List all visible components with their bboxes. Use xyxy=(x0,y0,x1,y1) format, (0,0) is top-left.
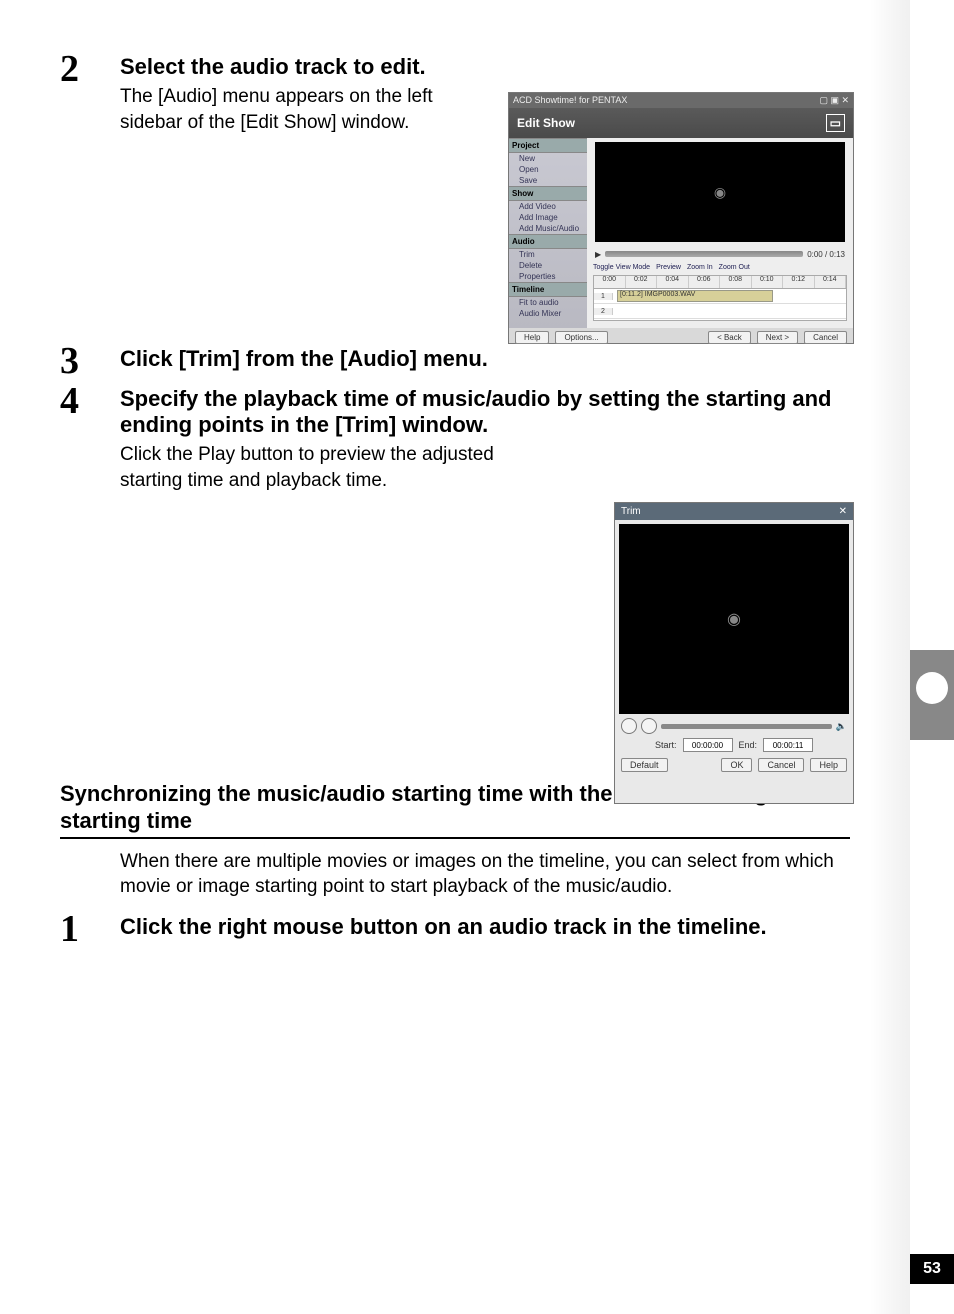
next-button[interactable]: Next > xyxy=(757,331,798,344)
preview-area: ◉ xyxy=(595,142,845,242)
sidebar: Project New Open Save Show Add Video Add… xyxy=(509,138,587,328)
step-title: Click [Trim] from the [Audio] menu. xyxy=(120,346,850,372)
timeline-row-1[interactable]: 1 [0:11.2] IMGP0003.WAV xyxy=(594,289,846,304)
sidebar-item-add-image[interactable]: Add Image xyxy=(509,212,587,223)
audio-clip[interactable]: [0:11.2] IMGP0003.WAV xyxy=(617,290,773,302)
step-number: 2 xyxy=(60,48,120,88)
edit-show-body: Project New Open Save Show Add Video Add… xyxy=(509,138,853,328)
sidebar-item-delete[interactable]: Delete xyxy=(509,260,587,271)
sidebar-item-new[interactable]: New xyxy=(509,153,587,164)
step-body: Specify the playback time of music/audio… xyxy=(120,380,850,502)
start-input[interactable] xyxy=(683,738,733,752)
ruler-tick: 0:04 xyxy=(657,276,689,288)
monitor-icon[interactable]: ▭ xyxy=(826,114,845,132)
step-title: Select the audio track to edit. xyxy=(120,54,850,80)
sidebar-group-project: Project xyxy=(509,138,587,153)
seek-slider[interactable] xyxy=(605,251,803,257)
tool-preview[interactable]: Preview xyxy=(656,264,681,271)
trim-title: Trim xyxy=(621,506,641,517)
wizard-footer: Help Options... < Back Next > Cancel xyxy=(509,328,853,347)
step-number: 3 xyxy=(60,340,120,380)
ruler-tick: 0:12 xyxy=(783,276,815,288)
timeline: 0:00 0:02 0:04 0:06 0:08 0:10 0:12 0:14 … xyxy=(593,275,847,321)
timeline-ruler: 0:00 0:02 0:04 0:06 0:08 0:10 0:12 0:14 xyxy=(594,276,846,289)
sidebar-item-open[interactable]: Open xyxy=(509,164,587,175)
end-label: End: xyxy=(739,740,758,750)
sidebar-item-save[interactable]: Save xyxy=(509,175,587,186)
sidebar-item-fit-audio[interactable]: Fit to audio xyxy=(509,297,587,308)
app-title: ACD Showtime! for PENTAX xyxy=(513,95,627,106)
manual-page: 2 Select the audio track to edit. The [A… xyxy=(0,0,954,1314)
step-body: Click the right mouse button on an audio… xyxy=(120,908,850,944)
sidebar-group-timeline: Timeline xyxy=(509,282,587,297)
window-buttons-icon[interactable]: ▢ ▣ ✕ xyxy=(819,95,849,106)
step-1-bottom: 1 Click the right mouse button on an aud… xyxy=(60,908,850,948)
trim-preview: ◉ xyxy=(619,524,849,714)
trim-slider[interactable] xyxy=(661,724,832,729)
trim-playback-controls: 🔈 xyxy=(621,718,847,734)
stop-button[interactable] xyxy=(641,718,657,734)
screenshot-trim-dialog: Trim ✕ ◉ 🔈 Start: End: Default OK Cancel… xyxy=(614,502,854,804)
timeline-toolbar: Toggle View Mode Preview Zoom In Zoom Ou… xyxy=(593,264,847,271)
sync-desc: When there are multiple movies or images… xyxy=(120,849,840,900)
options-button[interactable]: Options... xyxy=(555,331,607,344)
scan-edge-shadow xyxy=(870,0,910,1314)
help-button[interactable]: Help xyxy=(515,331,549,344)
trim-time-row: Start: End: xyxy=(621,738,847,752)
sidebar-item-add-video[interactable]: Add Video xyxy=(509,201,587,212)
step-number: 1 xyxy=(60,908,120,948)
ruler-tick: 0:06 xyxy=(689,276,721,288)
ok-button[interactable]: OK xyxy=(721,758,752,772)
default-button[interactable]: Default xyxy=(621,758,668,772)
play-icon[interactable]: ▶ xyxy=(595,250,601,259)
speaker-icon[interactable]: 🔈 xyxy=(836,721,847,732)
step-number: 4 xyxy=(60,380,120,420)
close-icon[interactable]: ✕ xyxy=(839,506,847,517)
ruler-tick: 0:00 xyxy=(594,276,626,288)
start-label: Start: xyxy=(655,740,677,750)
cancel-button[interactable]: Cancel xyxy=(804,331,847,344)
page-number-box: 53 xyxy=(910,1254,954,1284)
header-title: Edit Show xyxy=(517,116,575,130)
trim-titlebar: Trim ✕ xyxy=(615,503,853,520)
sidebar-item-add-audio[interactable]: Add Music/Audio xyxy=(509,223,587,234)
step-desc: The [Audio] menu appears on the left sid… xyxy=(120,84,470,135)
step-title: Specify the playback time of music/audio… xyxy=(120,386,850,439)
ruler-tick: 0:08 xyxy=(720,276,752,288)
tool-zoom-out[interactable]: Zoom Out xyxy=(719,264,750,271)
window-titlebar: ACD Showtime! for PENTAX ▢ ▣ ✕ xyxy=(509,93,853,108)
tool-zoom-in[interactable]: Zoom In xyxy=(687,264,713,271)
step-desc: Click the Play button to preview the adj… xyxy=(120,442,550,493)
tool-toggle-view[interactable]: Toggle View Mode xyxy=(593,264,650,271)
step-4: 4 Specify the playback time of music/aud… xyxy=(60,380,850,502)
sidebar-item-audio-mixer[interactable]: Audio Mixer xyxy=(509,308,587,319)
sidebar-item-properties[interactable]: Properties xyxy=(509,271,587,282)
cancel-button[interactable]: Cancel xyxy=(758,758,804,772)
end-input[interactable] xyxy=(763,738,813,752)
time-label: 0:00 / 0:13 xyxy=(807,250,845,259)
row-label: 1 xyxy=(594,293,613,300)
trim-buttons: Default OK Cancel Help xyxy=(621,758,847,772)
page-number: 53 xyxy=(923,1260,941,1278)
timeline-row-2[interactable]: 2 xyxy=(594,304,846,319)
play-button[interactable] xyxy=(621,718,637,734)
help-button[interactable]: Help xyxy=(810,758,847,772)
ruler-tick: 0:10 xyxy=(752,276,784,288)
thumb-index-dot-icon xyxy=(916,672,948,704)
sidebar-group-audio: Audio xyxy=(509,234,587,249)
row-label: 2 xyxy=(594,308,613,315)
step-title: Click the right mouse button on an audio… xyxy=(120,914,850,940)
sidebar-group-show: Show xyxy=(509,186,587,201)
media-icon: ◉ xyxy=(714,184,726,201)
ruler-tick: 0:14 xyxy=(815,276,847,288)
sidebar-item-trim[interactable]: Trim xyxy=(509,249,587,260)
screenshot-edit-show: ACD Showtime! for PENTAX ▢ ▣ ✕ Edit Show… xyxy=(508,92,854,344)
back-button[interactable]: < Back xyxy=(708,331,751,344)
edit-show-header: Edit Show ▭ xyxy=(509,108,853,138)
media-icon: ◉ xyxy=(727,609,741,629)
playback-bar: ▶ 0:00 / 0:13 xyxy=(595,248,845,260)
main-panel: ◉ ▶ 0:00 / 0:13 Toggle View Mode Preview… xyxy=(587,138,853,328)
ruler-tick: 0:02 xyxy=(626,276,658,288)
side-tab-column xyxy=(910,0,954,1314)
